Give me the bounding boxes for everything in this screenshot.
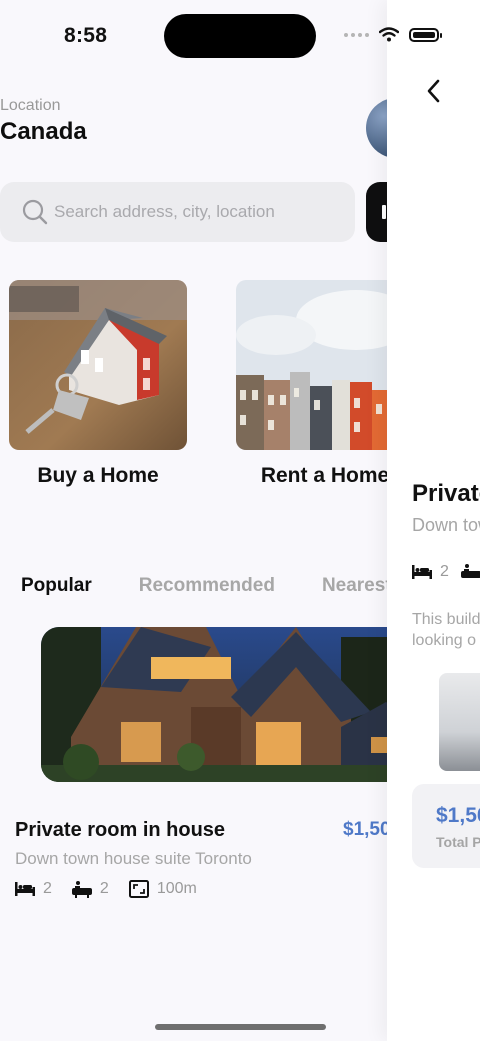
property-image[interactable]	[41, 627, 387, 782]
buy-home-label: Buy a Home	[37, 464, 159, 487]
area-icon	[128, 880, 149, 898]
home-screen: Location Canada Search address, city, lo…	[0, 0, 387, 1041]
battery-icon	[409, 27, 442, 42]
dynamic-island	[164, 14, 316, 58]
baths-count: 2	[99, 880, 109, 897]
baths-feature: 2	[71, 880, 109, 898]
signal-icon	[344, 32, 369, 37]
bath-icon	[71, 881, 92, 898]
bath-icon	[460, 564, 480, 578]
tab-nearest[interactable]: Nearest	[322, 575, 387, 597]
tab-popular[interactable]: Popular	[21, 575, 92, 597]
area-value: 100m	[156, 880, 197, 897]
detail-screen: Private room in house Down town house su…	[387, 0, 480, 1041]
area-feature: 100m	[128, 880, 197, 898]
location-label: Location	[0, 97, 61, 114]
bed-icon	[412, 565, 432, 579]
rent-home-label: Rent a Home	[260, 464, 387, 487]
chevron-left-icon	[427, 79, 440, 103]
back-button[interactable]	[419, 76, 449, 106]
filter-icon	[382, 205, 386, 219]
status-icons	[344, 27, 442, 42]
detail-beds-count: 2	[440, 563, 449, 580]
category-buy-home[interactable]: Buy a Home	[9, 280, 187, 488]
property-price: $1,500	[343, 819, 387, 840]
property-features: 2 2 100m	[15, 880, 217, 898]
property-address: Down town house suite Toronto	[15, 849, 252, 868]
detail-beds-feature: 2	[412, 563, 449, 581]
rent-home-image	[236, 280, 387, 450]
property-title: Private room in house	[15, 819, 226, 841]
status-time: 8:58	[64, 24, 108, 47]
home-indicator[interactable]	[155, 1024, 326, 1030]
wifi-icon	[379, 27, 399, 42]
detail-price-label: Total Price	[436, 834, 480, 850]
detail-baths-feature	[460, 563, 480, 581]
beds-count: 2	[43, 880, 52, 897]
bed-icon	[15, 882, 35, 896]
beds-feature: 2	[15, 880, 52, 898]
search-icon	[22, 199, 48, 225]
avatar[interactable]	[366, 98, 387, 158]
detail-address: Down town house suite Toronto	[412, 515, 480, 535]
location-selector[interactable]: Canada	[0, 118, 87, 146]
filter-button[interactable]	[366, 182, 387, 242]
category-rent-home[interactable]: Rent a Home	[236, 280, 387, 488]
tab-recommended[interactable]: Recommended	[139, 575, 275, 597]
property-tabs: Popular Recommended Nearest	[21, 575, 387, 597]
detail-title: Private room in house	[412, 480, 480, 507]
search-input[interactable]	[54, 202, 354, 222]
detail-gallery-thumbnail[interactable]	[439, 673, 480, 771]
detail-price: $1,500	[436, 804, 480, 827]
search-bar[interactable]	[0, 182, 355, 242]
detail-features: 2	[412, 563, 480, 581]
detail-price-card: $1,500 Total Price	[412, 784, 480, 868]
buy-home-image	[9, 280, 187, 450]
detail-description: This building is ideal for those looking…	[412, 611, 480, 649]
